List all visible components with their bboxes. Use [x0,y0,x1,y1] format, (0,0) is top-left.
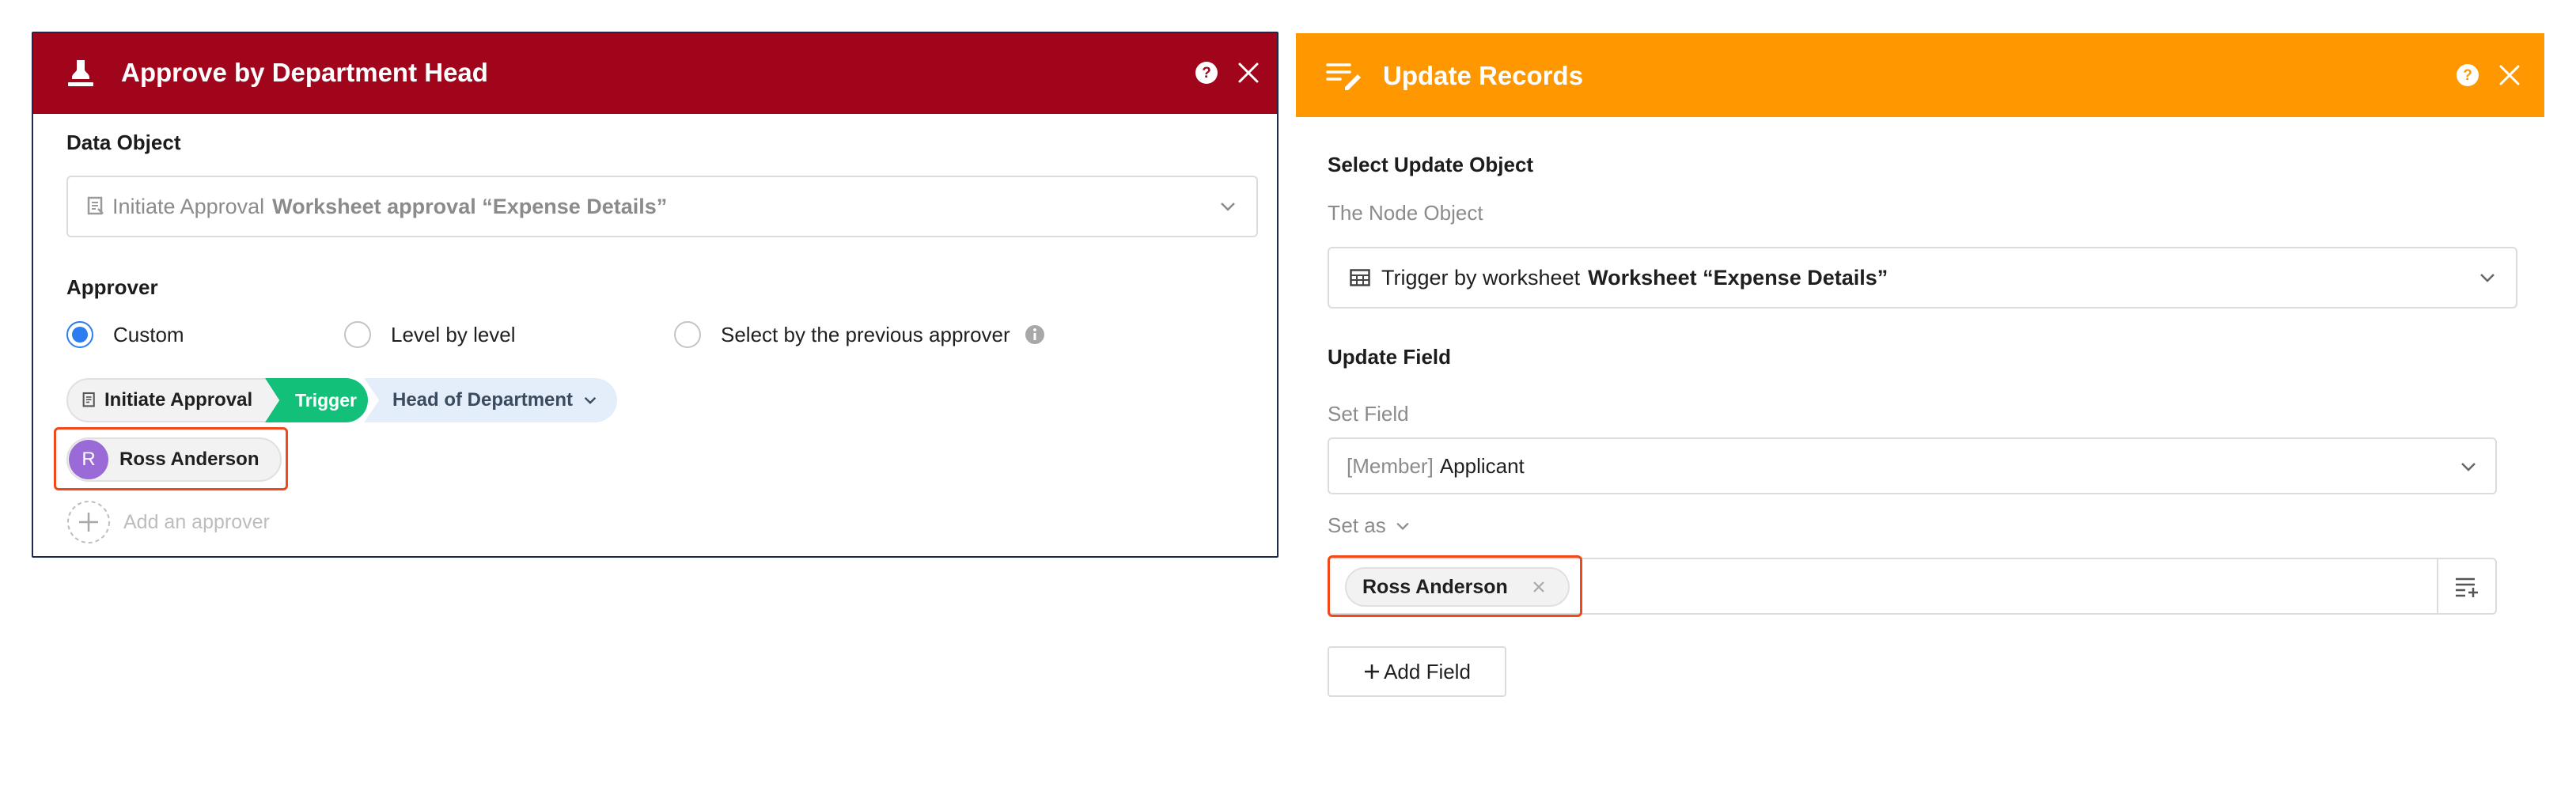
panel-header: Update Records ? [1296,33,2544,117]
approver-highlight-box [54,427,288,490]
approver-label: Approver [66,275,158,299]
source-chip-label: Initiate Approval [104,389,253,411]
select-object-label: Select Update Object [1328,153,1534,176]
set-field-select[interactable]: [Member] Applicant [1328,437,2497,494]
update-object-value: Worksheet “Expense Details” [1588,265,1888,290]
update-object-select[interactable]: Trigger by worksheet Worksheet “Expense … [1328,247,2517,309]
table-icon [1350,269,1370,286]
radio-label: Select by the previous approver [721,322,1010,346]
svg-text:?: ? [1202,65,1211,81]
panel-title: Update Records [1383,61,1584,90]
tools-divider [2437,559,2438,613]
info-icon[interactable] [1025,324,1045,345]
radio-button[interactable] [344,321,371,348]
update-records-panel: Update Records ? Select Update Object Th… [1296,33,2544,714]
set-as-dropdown[interactable]: Set as [1328,513,1410,538]
help-circle-icon[interactable]: ? [1195,61,1218,85]
radio-custom[interactable]: Custom [66,321,184,348]
radio-label: Level by level [391,322,516,346]
help-circle-icon[interactable]: ? [2456,63,2479,87]
radio-button[interactable] [674,321,701,348]
radio-previous-approver[interactable]: Select by the previous approver [674,321,1045,348]
document-icon [87,196,104,217]
document-icon [82,392,97,409]
approval-node-panel: Approve by Department Head ? Data Object… [32,32,1279,558]
data-object-prefix: Initiate Approval [112,194,265,218]
chevron-down-icon [2479,272,2495,283]
field-name-label: Applicant [1439,453,1525,478]
svg-text:?: ? [2463,67,2472,84]
radio-button-checked[interactable] [66,321,93,348]
update-field-label: Update Field [1328,345,1452,369]
edit-list-icon [1326,62,1361,90]
field-type-label: [Member] [1347,453,1434,478]
add-approver-label: Add an approver [123,510,270,533]
trigger-badge: Trigger [265,378,368,422]
add-field-button[interactable]: Add Field [1328,646,1506,697]
radio-level-by-level[interactable]: Level by level [344,321,516,348]
radio-label: Custom [113,322,184,346]
data-object-value: Worksheet approval “Expense Details” [272,194,668,218]
close-icon[interactable] [1237,62,1260,84]
field-dropdown-chip[interactable]: Head of Department [364,378,617,422]
value-highlight-box [1328,555,1582,617]
chevron-down-icon [584,396,597,405]
plus-icon [66,500,111,544]
panel-title: Approve by Department Head [121,58,488,87]
field-picker-icon[interactable] [2454,577,2481,597]
data-object-select[interactable]: Initiate Approval Worksheet approval “Ex… [66,176,1258,237]
update-object-prefix: Trigger by worksheet [1381,265,1581,290]
set-as-label: Set as [1328,513,1386,537]
add-field-label: Add Field [1384,659,1471,683]
stamp-icon [65,57,97,89]
add-approver-button[interactable]: Add an approver [66,500,270,544]
chevron-down-icon [1396,521,1410,531]
chevron-down-icon [1220,201,1236,212]
panel-header: Approve by Department Head ? [33,33,1277,114]
close-icon[interactable] [2498,64,2521,86]
chevron-down-icon [2460,461,2476,472]
field-chip-label: Head of Department [392,389,574,411]
plus-icon [1363,663,1381,680]
trigger-label: Trigger [295,389,357,411]
set-field-label: Set Field [1328,402,1409,426]
data-object-label: Data Object [66,131,181,154]
node-object-label: The Node Object [1328,201,1483,225]
